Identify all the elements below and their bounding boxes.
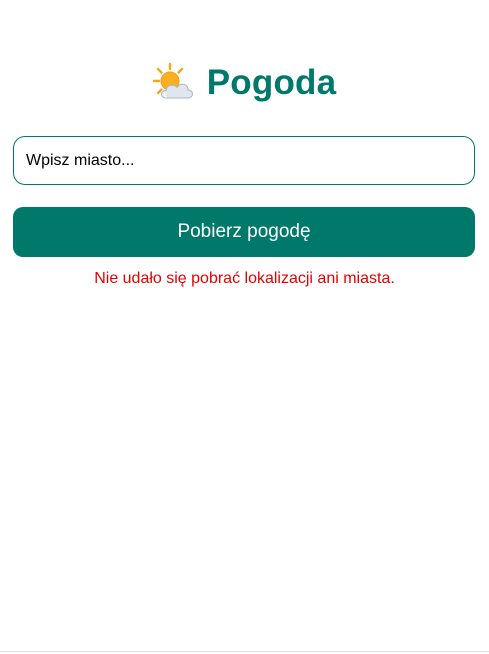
app-title: Pogoda — [206, 62, 337, 102]
fetch-weather-button[interactable]: Pobierz pogodę — [13, 207, 475, 257]
sun-behind-cloud-icon — [152, 62, 195, 102]
error-message: Nie udało się pobrać lokalizacji ani mia… — [94, 270, 395, 287]
weather-app: Pogoda Pobierz pogodę Nie udało się pobr… — [0, 0, 489, 652]
app-header: Pogoda — [0, 58, 489, 106]
city-search-input[interactable] — [13, 136, 475, 185]
